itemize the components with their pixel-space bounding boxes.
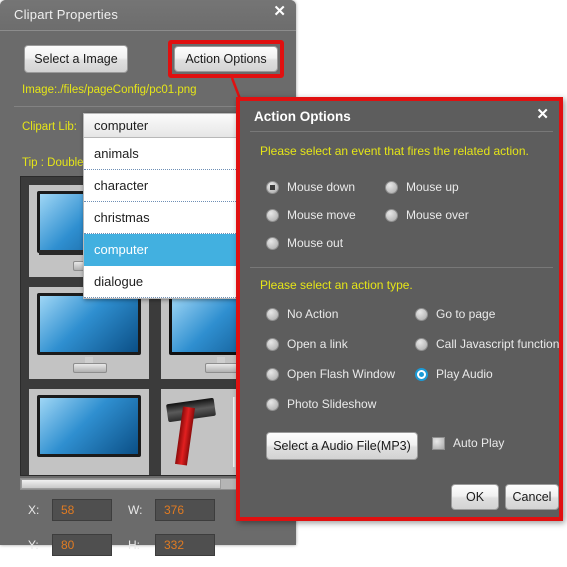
dropdown-option-computer[interactable]: computer [84, 234, 240, 266]
radio-label: Call Javascript function [436, 337, 560, 351]
radio-mouse-move[interactable]: Mouse move [266, 208, 356, 222]
radio-icon [266, 367, 279, 381]
radio-mouse-over[interactable]: Mouse over [385, 208, 469, 222]
select-image-button[interactable]: Select a Image [24, 45, 128, 73]
monitor-icon [37, 395, 141, 457]
radio-icon [385, 180, 398, 194]
dropdown-option-christmas[interactable]: christmas [84, 202, 240, 234]
dropdown-option-animals[interactable]: animals [84, 138, 240, 170]
radio-icon [266, 208, 279, 222]
radio-icon [266, 236, 279, 250]
radio-open-a-link[interactable]: Open a link [266, 337, 348, 351]
w-label: W: [128, 503, 143, 517]
auto-play-label: Auto Play [453, 436, 505, 450]
dialog-close-icon[interactable]: ✕ [536, 105, 549, 123]
select-audio-file-button[interactable]: Select a Audio File(MP3) [266, 432, 418, 460]
radio-label: Mouse down [287, 180, 356, 194]
x-input[interactable]: 58 [52, 499, 112, 521]
clipart-lib-label: Clipart Lib: [22, 121, 77, 133]
radio-icon [385, 208, 398, 222]
scrollbar-thumb[interactable] [21, 479, 221, 489]
checkbox-icon [432, 436, 445, 450]
radio-icon [266, 397, 279, 411]
radio-mouse-down[interactable]: Mouse down [266, 180, 355, 194]
clipart-thumbnail[interactable] [29, 389, 149, 475]
auto-play-checkbox-row[interactable]: Auto Play [432, 436, 504, 450]
window-titlebar: Clipart Properties ✕ [0, 0, 296, 31]
radio-photo-slideshow[interactable]: Photo Slideshow [266, 397, 376, 411]
radio-call-javascript-function[interactable]: Call Javascript function [415, 337, 559, 351]
radio-icon [415, 337, 428, 351]
radio-label: Open Flash Window [287, 367, 396, 381]
cancel-button[interactable]: Cancel [505, 484, 559, 510]
radio-label: Photo Slideshow [287, 397, 377, 411]
tip-label: Tip : Double [22, 157, 84, 169]
dropdown-option-character[interactable]: character [84, 170, 240, 202]
monitor-stand-icon [205, 363, 239, 373]
action-options-button[interactable]: Action Options [174, 46, 278, 72]
clipart-lib-dropdown[interactable]: computer animals character christmas com… [83, 113, 241, 299]
dialog-divider-top [250, 131, 553, 132]
radio-label: Play Audio [436, 367, 493, 381]
dropdown-selected-value[interactable]: computer [83, 113, 241, 138]
h-label: H: [128, 538, 140, 552]
monitor-stand-icon [73, 363, 107, 373]
radio-go-to-page[interactable]: Go to page [415, 307, 495, 321]
radio-icon [266, 307, 279, 321]
radio-label: Mouse over [406, 208, 469, 222]
radio-open-flash-window[interactable]: Open Flash Window [266, 367, 395, 381]
radio-label: Go to page [436, 307, 496, 321]
w-input[interactable]: 376 [155, 499, 215, 521]
dialog-divider-middle [250, 267, 553, 268]
close-icon[interactable]: ✕ [273, 4, 286, 20]
radio-label: Mouse up [406, 180, 459, 194]
clipart-thumbnail[interactable] [29, 287, 149, 379]
image-path-text: Image:./files/pageConfig/pc01.png [22, 84, 197, 96]
event-hint-text: Please select an event that fires the re… [260, 144, 529, 158]
monitor-icon [37, 293, 141, 355]
action-hint-text: Please select an action type. [260, 278, 413, 292]
y-input[interactable]: 80 [52, 534, 112, 556]
radio-no-action[interactable]: No Action [266, 307, 338, 321]
radio-icon [415, 367, 428, 381]
dropdown-option-dialogue[interactable]: dialogue [84, 266, 240, 298]
h-input[interactable]: 332 [155, 534, 215, 556]
action-options-dialog: Action Options ✕ Please select an event … [236, 97, 563, 521]
radio-play-audio[interactable]: Play Audio [415, 367, 493, 381]
x-label: X: [28, 503, 40, 517]
ok-button[interactable]: OK [451, 484, 499, 510]
radio-icon [266, 337, 279, 351]
radio-mouse-up[interactable]: Mouse up [385, 180, 459, 194]
radio-label: Open a link [287, 337, 348, 351]
dialog-title: Action Options [254, 109, 351, 124]
radio-label: No Action [287, 307, 339, 321]
radio-icon [415, 307, 428, 321]
window-title: Clipart Properties [14, 7, 119, 22]
radio-label: Mouse out [287, 236, 344, 250]
dropdown-option-list: animals character christmas computer dia… [83, 138, 241, 299]
radio-mouse-out[interactable]: Mouse out [266, 236, 343, 250]
radio-icon [266, 180, 279, 194]
app-root: Clipart Properties ✕ Select a Image Acti… [0, 0, 567, 567]
radio-label: Mouse move [287, 208, 356, 222]
y-label: Y: [28, 538, 39, 552]
